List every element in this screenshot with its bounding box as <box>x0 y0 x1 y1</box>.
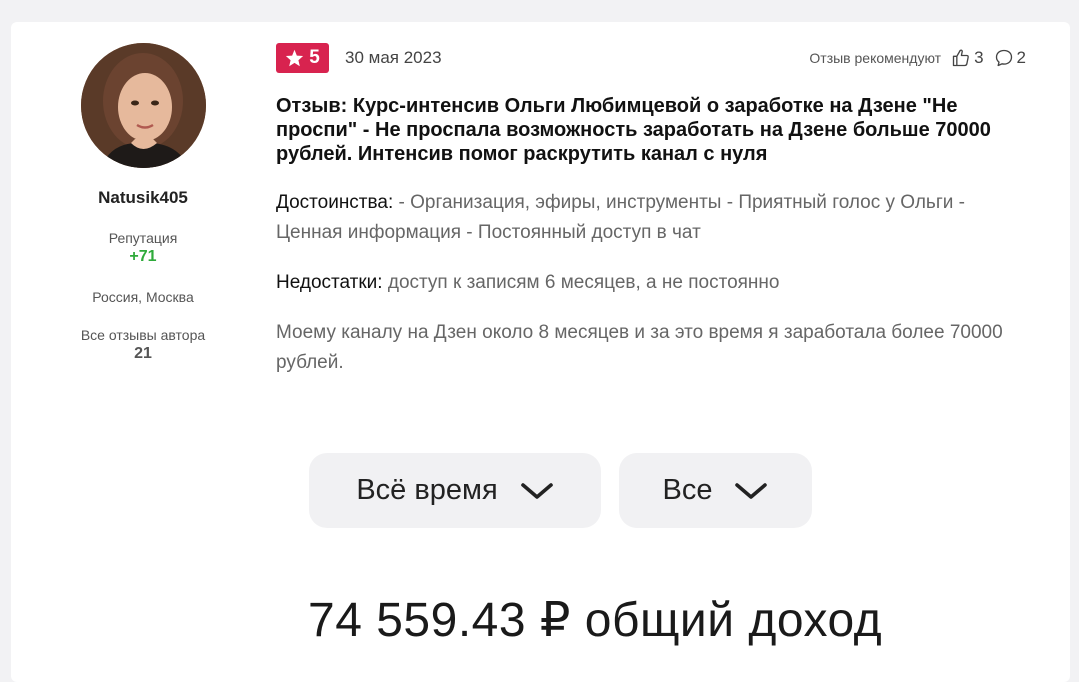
type-filter-dropdown[interactable]: Все <box>619 453 812 528</box>
chevron-down-icon <box>735 482 768 499</box>
like-button[interactable]: 3 <box>951 48 984 68</box>
cons-text: доступ к записям 6 месяцев, а не постоян… <box>382 272 780 293</box>
all-reviews-count[interactable]: 21 <box>11 345 275 363</box>
type-filter-label: Все <box>662 474 713 506</box>
cons-label: Недостатки: <box>276 272 383 293</box>
period-filter-dropdown[interactable]: Всё время <box>309 453 601 528</box>
rating-value: 5 <box>309 47 320 68</box>
avatar[interactable] <box>81 43 206 168</box>
recommend-label: Отзыв рекомендуют <box>809 50 942 66</box>
review-title[interactable]: Отзыв: Курс-интенсив Ольги Любимцевой о … <box>276 94 1026 166</box>
partial-top-left-icon <box>104 0 116 2</box>
comments-count: 2 <box>1016 48 1026 67</box>
chevron-down-icon <box>520 482 553 499</box>
author-location: Россия, Москва <box>92 289 194 305</box>
star-icon <box>286 49 304 67</box>
comment-bubble-icon <box>995 49 1012 67</box>
partial-top-right-icon <box>1030 0 1042 2</box>
recommend-bar: Отзыв рекомендуют 3 2 <box>809 48 1026 68</box>
rating-badge: 5 <box>276 43 329 73</box>
thumb-up-icon <box>952 49 969 67</box>
comments-button[interactable]: 2 <box>994 48 1026 68</box>
pros-label: Достоинства: <box>276 192 394 213</box>
review-pros: Достоинства: - Организация, эфиры, инстр… <box>276 188 1036 248</box>
all-reviews-link[interactable]: Все отзывы автора <box>11 327 275 343</box>
author-username[interactable]: Natusik405 <box>11 188 275 208</box>
reputation-label: Репутация <box>108 230 178 246</box>
likes-count: 3 <box>974 48 984 67</box>
review-body: Моему каналу на Дзен около 8 месяцев и з… <box>276 322 1003 373</box>
period-filter-label: Всё время <box>356 474 498 506</box>
review-card: Natusik405 Репутация +71 Россия, Москва … <box>11 22 1070 682</box>
total-income: 74 559.43 ₽ общий доход <box>308 594 883 647</box>
avatar-image <box>81 43 206 168</box>
review-cons: Недостатки: доступ к записям 6 месяцев, … <box>276 268 1036 298</box>
reputation-value: +71 <box>129 248 157 265</box>
review-date: 30 мая 2023 <box>345 48 442 67</box>
